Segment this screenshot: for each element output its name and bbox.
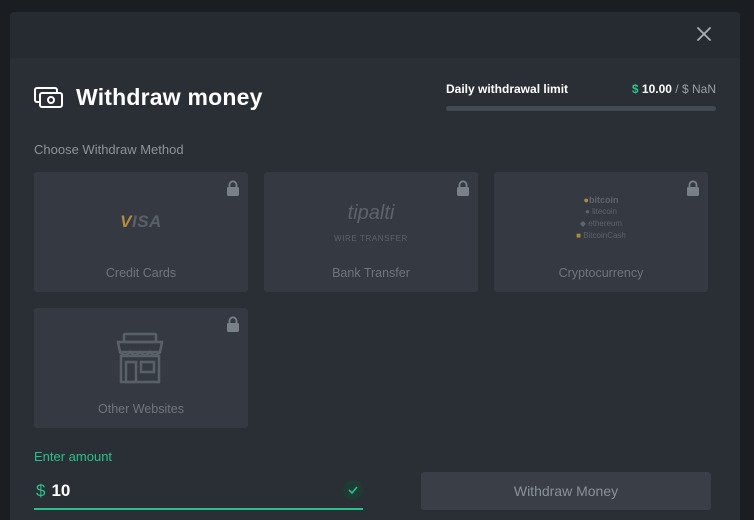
page-title: Withdraw money xyxy=(76,84,263,110)
method-label: Bank Transfer xyxy=(332,266,410,280)
amount-label: Enter amount xyxy=(34,449,113,464)
limit-progress-bar xyxy=(446,106,716,111)
litecoin-logo: ● litecoin xyxy=(585,207,617,216)
withdraw-money-button[interactable]: Withdraw Money xyxy=(421,472,711,510)
amount-currency: $ xyxy=(36,481,46,500)
limit-separator: / xyxy=(675,82,679,96)
store-icon xyxy=(116,332,164,384)
amount-input[interactable] xyxy=(51,481,312,501)
lock-icon xyxy=(227,180,239,196)
bitcoin-logo: ●bitcoin xyxy=(583,195,619,205)
method-label: Credit Cards xyxy=(105,266,177,280)
tipalti-logo: tipalti xyxy=(347,202,395,224)
crypto-logos: ●bitcoin ● litecoin ◆ ethereum ■ Bitcoin… xyxy=(494,194,708,242)
methods-section-label: Choose Withdraw Method xyxy=(34,142,184,157)
method-label: Other Websites xyxy=(98,402,184,416)
visa-logo-text: ISA xyxy=(132,212,162,231)
method-card-cryptocurrency[interactable]: ●bitcoin ● litecoin ◆ ethereum ■ Bitcoin… xyxy=(494,172,708,292)
method-card-bank-transfer[interactable]: tipalti WIRE TRANSFER Bank Transfer xyxy=(264,172,478,292)
lock-icon xyxy=(227,316,239,332)
method-card-other-websites[interactable]: Other Websites xyxy=(34,308,248,428)
limit-used: 10.00 xyxy=(641,82,672,96)
daily-limit-label: Daily withdrawal limit xyxy=(446,82,569,96)
bitcoincash-logo: ■ BitcoinCash xyxy=(576,231,626,240)
limit-currency: $ xyxy=(631,82,639,96)
modal-header xyxy=(10,12,740,58)
amount-field: $ xyxy=(34,474,363,510)
withdraw-modal: Withdraw money Daily withdrawal limit $ … xyxy=(10,12,740,520)
method-label: Cryptocurrency xyxy=(558,266,644,280)
close-icon xyxy=(697,27,711,41)
method-card-credit-cards[interactable]: VISA Credit Cards xyxy=(34,172,248,292)
check-icon xyxy=(343,480,363,500)
modal-title-row: Withdraw money xyxy=(34,84,263,111)
limit-max: $ NaN xyxy=(681,82,716,96)
daily-limit-values: $ 10.00 / $ NaN xyxy=(632,82,716,96)
cash-icon xyxy=(34,86,63,108)
visa-logo: VISA xyxy=(120,212,162,231)
lock-icon xyxy=(457,180,469,196)
ethereum-logo: ◆ ethereum xyxy=(579,219,623,228)
daily-limit: Daily withdrawal limit $ 10.00 / $ NaN xyxy=(446,82,716,111)
close-button[interactable] xyxy=(696,26,712,42)
tipalti-subtitle: WIRE TRANSFER xyxy=(334,234,408,243)
